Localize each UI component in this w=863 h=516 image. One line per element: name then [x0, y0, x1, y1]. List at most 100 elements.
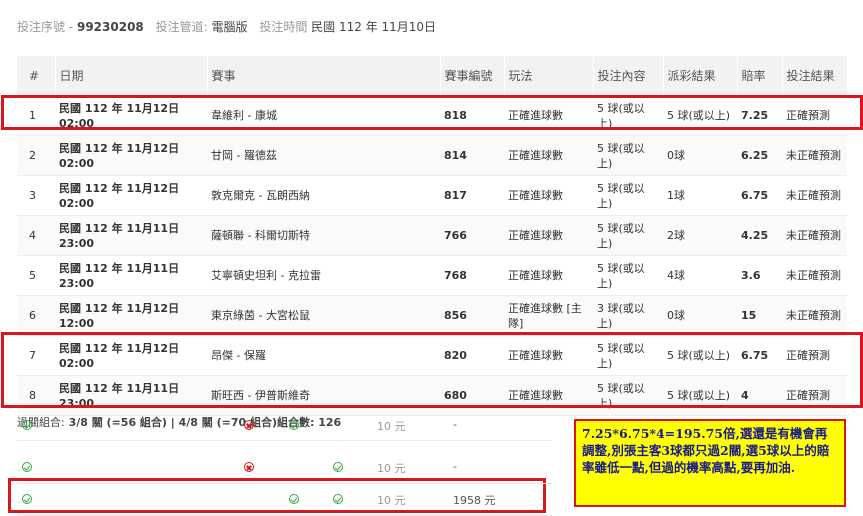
- row-play: 正確進球數: [504, 215, 593, 256]
- table-row: 6 民國 112 年 11月12日 12:00 東京綠茵 - 大宮松鼠 856 正確進球…: [17, 295, 847, 336]
- channel-label: 投注管道:: [155, 20, 208, 34]
- row-bet: 5 球(或以上): [593, 215, 663, 256]
- combo-payout: -: [453, 418, 457, 431]
- row-bet: 3 球(或以上): [593, 295, 663, 336]
- row-code: 766: [440, 215, 504, 256]
- table-header: # 日期 賽事 賽事編號 玩法 投注內容 派彩結果 賠率 投注結果: [17, 56, 848, 96]
- row-result: 5 球(或以上): [663, 96, 737, 136]
- row-outcome: 未正確預測: [782, 255, 847, 296]
- row-result: 1球: [663, 175, 737, 216]
- row-result: 5 球(或以上): [663, 375, 737, 416]
- col-header-outcome: 投注結果: [782, 56, 848, 96]
- row-bet: 5 球(或以上): [593, 135, 663, 176]
- row-odds: 7.25: [737, 96, 782, 136]
- check-circle-icon: [289, 494, 299, 504]
- row-code: 680: [440, 375, 504, 416]
- row-result: 2球: [663, 215, 737, 256]
- serial-value: 99230208: [76, 20, 144, 34]
- row-outcome: 未正確預測: [782, 135, 847, 176]
- col-header-play: 玩法: [504, 56, 594, 96]
- row-code: 818: [440, 96, 504, 136]
- bet-info-bar: 投注序號 - 99230208 投注管道: 電腦版 投注時間 民國 112 年 …: [17, 20, 437, 34]
- table-row: 4 民國 112 年 11月11日 23:00 薩頓聯 - 科爾切斯特 766 正確進球…: [17, 215, 847, 256]
- combo-payout: -: [453, 460, 457, 473]
- row-match: 甘岡 - 羅德茲: [207, 135, 440, 176]
- table-row: 2 民國 112 年 11月12日 02:00 甘岡 - 羅德茲 814 正確進球數 5 …: [17, 135, 847, 176]
- row-match: 韋維利 - 康城: [207, 96, 440, 136]
- row-bet: 5 球(或以上): [593, 375, 663, 416]
- table-row: 8 民國 112 年 11月11日 23:00 斯旺西 - 伊普斯維奇 680 正確進球…: [17, 375, 847, 416]
- row-result: 0球: [663, 295, 737, 336]
- row-bet: 5 球(或以上): [593, 335, 663, 376]
- row-index: 4: [17, 215, 55, 256]
- row-date: 民國 112 年 11月12日 02:00: [55, 335, 207, 376]
- row-outcome: 正確預測: [782, 375, 847, 416]
- row-play: 正確進球數: [504, 375, 593, 416]
- combo-amount: 10 元: [377, 420, 406, 433]
- time-label: 投注時間: [259, 20, 308, 34]
- combo-payout: 1958 元: [453, 494, 496, 507]
- col-header-odds: 賠率: [737, 56, 783, 96]
- row-match: 薩頓聯 - 科爾切斯特: [207, 215, 440, 256]
- annotation-note: 7.25*6.75*4=195.75倍,選還是有機會再調整,別張主客3球都只過2…: [574, 419, 846, 507]
- row-date: 民國 112 年 11月12日 02:00: [55, 175, 207, 216]
- table-row: 7 民國 112 年 11月12日 02:00 昂傑 - 保羅 820 正確進球數 5 球…: [17, 335, 847, 376]
- table-row: 3 民國 112 年 11月12日 02:00 敦克爾克 - 瓦朗西納 817 正確進球…: [17, 175, 847, 216]
- time-value: 民國 112 年 11月10日: [311, 20, 437, 34]
- row-bet: 5 球(或以上): [593, 255, 663, 296]
- col-header-result: 派彩結果: [663, 56, 738, 96]
- row-code: 856: [440, 295, 504, 336]
- col-header-code: 賽事編號: [440, 56, 505, 96]
- check-circle-icon: [22, 462, 32, 472]
- row-match: 艾寧頓史坦利 - 克拉雷: [207, 255, 440, 296]
- combo-row: 10 元 -: [17, 452, 552, 484]
- cross-circle-icon: [244, 420, 254, 430]
- combo-row: 10 元 -: [17, 418, 552, 441]
- row-code: 768: [440, 255, 504, 296]
- table-row: 5 民國 112 年 11月11日 23:00 艾寧頓史坦利 - 克拉雷 768 正確進…: [17, 255, 847, 296]
- combo-row: 10 元 1958 元: [17, 484, 552, 516]
- check-circle-icon: [22, 494, 32, 504]
- row-odds: 6.25: [737, 135, 782, 176]
- channel-value: 電腦版: [211, 20, 248, 34]
- row-code: 814: [440, 135, 504, 176]
- serial-label: 投注序號: [17, 20, 66, 34]
- row-result: 4球: [663, 255, 737, 296]
- combo-amount: 10 元: [377, 494, 406, 507]
- row-index: 6: [17, 295, 55, 336]
- row-code: 820: [440, 335, 504, 376]
- row-match: 東京綠茵 - 大宮松鼠: [207, 295, 440, 336]
- row-date: 民國 112 年 11月11日 23:00: [55, 255, 207, 296]
- row-play: 正確進球數 [主隊]: [504, 295, 593, 336]
- row-date: 民國 112 年 11月12日 12:00: [55, 295, 207, 336]
- row-odds: 4.25: [737, 215, 782, 256]
- row-odds: 15: [737, 295, 782, 336]
- check-circle-icon: [333, 462, 343, 472]
- row-match: 昂傑 - 保羅: [207, 335, 440, 376]
- check-circle-icon: [22, 420, 32, 430]
- row-bet: 5 球(或以上): [593, 175, 663, 216]
- row-outcome: 正確預測: [782, 335, 847, 376]
- row-outcome: 正確預測: [782, 96, 847, 136]
- check-circle-icon: [333, 494, 343, 504]
- row-index: 8: [17, 375, 55, 416]
- row-odds: 6.75: [737, 175, 782, 216]
- row-date: 民國 112 年 11月12日 02:00: [55, 96, 207, 136]
- row-odds: 6.75: [737, 335, 782, 376]
- row-date: 民國 112 年 11月12日 02:00: [55, 135, 207, 176]
- row-match: 敦克爾克 - 瓦朗西納: [207, 175, 440, 216]
- row-outcome: 未正確預測: [782, 295, 847, 336]
- row-result: 5 球(或以上): [663, 335, 737, 376]
- row-odds: 3.6: [737, 255, 782, 296]
- row-play: 正確進球數: [504, 175, 593, 216]
- row-code: 817: [440, 175, 504, 216]
- row-play: 正確進球數: [504, 135, 593, 176]
- row-index: 2: [17, 135, 55, 176]
- row-index: 1: [17, 96, 55, 136]
- row-play: 正確進球數: [504, 335, 593, 376]
- cross-circle-icon: [244, 462, 254, 472]
- row-play: 正確進球數: [504, 96, 593, 136]
- row-play: 正確進球數: [504, 255, 593, 296]
- row-bet: 5 球(或以上): [593, 96, 663, 136]
- col-header-index: #: [17, 56, 56, 96]
